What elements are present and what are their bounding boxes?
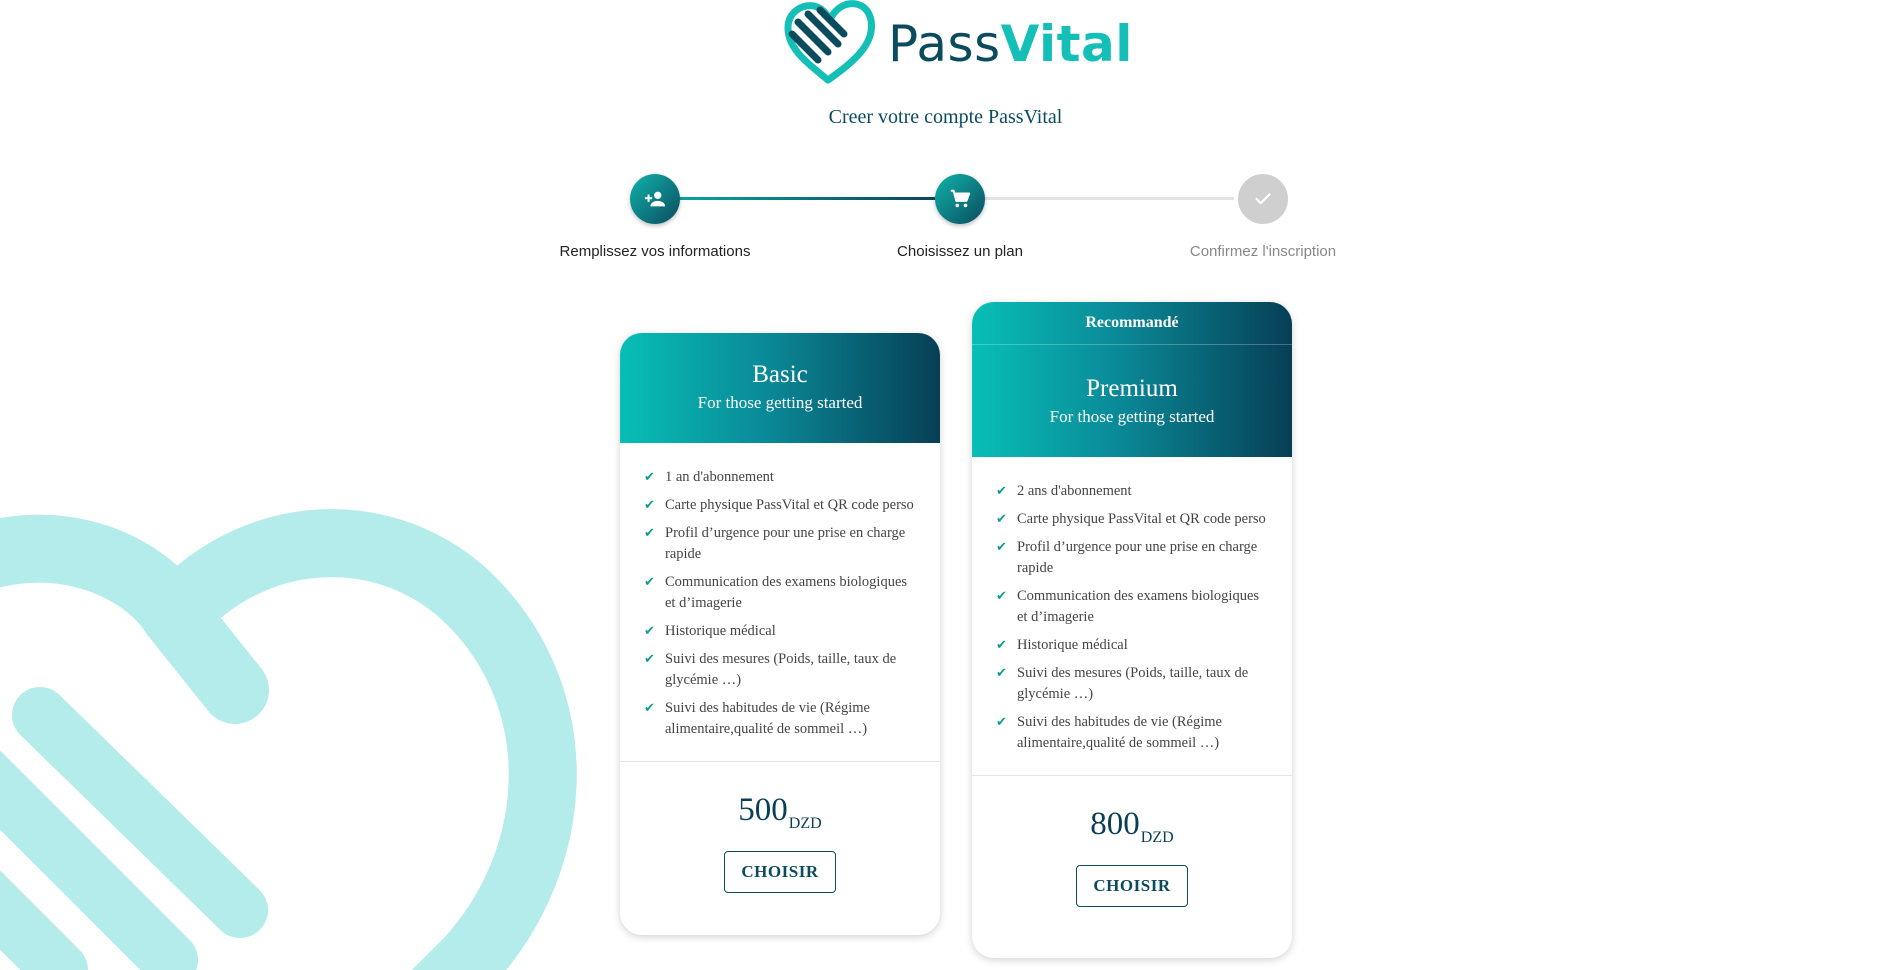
step-2-circle[interactable] bbox=[935, 174, 985, 224]
shopping-cart-icon bbox=[950, 189, 971, 208]
step-connector-completed bbox=[678, 197, 950, 200]
checkmark-icon: ✔ bbox=[644, 652, 655, 667]
feature-list: ✔ 2 ans d'abonnement ✔ Carte physique Pass… bbox=[972, 457, 1292, 775]
feature-item: ✔ Suivi des habitudes de vie (Régime alim… bbox=[644, 698, 914, 740]
plan-card-basic: Basic For those getting started ✔ 1 an d'… bbox=[620, 333, 940, 935]
checkmark-icon: ✔ bbox=[644, 575, 655, 590]
feature-item: ✔ 2 ans d'abonnement bbox=[996, 481, 1266, 502]
step-3-label: Confirmez l'inscription bbox=[1189, 243, 1337, 260]
checkmark-icon: ✔ bbox=[644, 624, 655, 639]
plan-card-premium: Recommandé Premium For those getting sta… bbox=[972, 302, 1292, 958]
checkmark-icon: ✔ bbox=[644, 498, 655, 513]
checkmark-icon: ✔ bbox=[644, 526, 655, 541]
checkmark-icon: ✔ bbox=[996, 638, 1007, 653]
feature-item: ✔ Profil d’urgence pour une prise en char… bbox=[644, 523, 914, 565]
recommended-badge: Recommandé bbox=[972, 302, 1292, 345]
checkmark-icon: ✔ bbox=[996, 512, 1007, 527]
price-amount: 800 bbox=[1090, 806, 1140, 842]
choose-basic-button[interactable]: CHOISIR bbox=[724, 851, 836, 893]
plan-header: Premium For those getting started bbox=[972, 345, 1292, 457]
price-amount: 500 bbox=[738, 792, 788, 828]
plan-tagline: For those getting started bbox=[1049, 407, 1215, 426]
checkmark-icon: ✔ bbox=[996, 540, 1007, 555]
feature-item: ✔ Suivi des mesures (Poids, taille, taux … bbox=[996, 663, 1266, 705]
step-1-label: Remplissez vos informations bbox=[559, 243, 751, 260]
checkmark-icon: ✔ bbox=[996, 666, 1007, 681]
price-currency: DZD bbox=[1140, 829, 1174, 846]
plan-title: Basic bbox=[752, 361, 808, 388]
feature-item: ✔ 1 an d'abonnement bbox=[644, 467, 914, 488]
card-divider bbox=[972, 775, 1292, 776]
checkmark-icon: ✔ bbox=[996, 715, 1007, 730]
price-currency: DZD bbox=[788, 815, 822, 832]
feature-item: ✔ Suivi des mesures (Poids, taille, taux … bbox=[644, 649, 914, 691]
feature-item: ✔ Carte physique PassVital et QR code per… bbox=[644, 495, 914, 516]
step-1-circle[interactable] bbox=[630, 174, 680, 224]
feature-item: ✔ Historique médical bbox=[644, 621, 914, 642]
plan-price: 800DZD bbox=[972, 806, 1292, 847]
person-add-icon bbox=[644, 191, 666, 207]
plan-title: Premium bbox=[1086, 375, 1178, 402]
plan-tagline: For those getting started bbox=[697, 393, 863, 412]
feature-item: ✔ Profil d’urgence pour une prise en char… bbox=[996, 537, 1266, 579]
checkmark-icon: ✔ bbox=[644, 470, 655, 485]
choose-premium-button[interactable]: CHOISIR bbox=[1076, 865, 1188, 907]
feature-list: ✔ 1 an d'abonnement ✔ Carte physique PassV… bbox=[620, 443, 940, 761]
step-connector-pending bbox=[962, 197, 1234, 200]
step-2-label: Choisissez un plan bbox=[897, 243, 1023, 260]
plan-header: Basic For those getting started bbox=[620, 333, 940, 443]
checkmark-icon: ✔ bbox=[644, 701, 655, 716]
step-3-circle[interactable] bbox=[1238, 174, 1288, 224]
feature-item: ✔ Communication des examens biologiques e… bbox=[996, 586, 1266, 628]
signup-stepper: Remplissez vos informations Choisissez u… bbox=[0, 0, 1891, 270]
feature-item: ✔ Carte physique PassVital et QR code per… bbox=[996, 509, 1266, 530]
plan-price: 500DZD bbox=[620, 792, 940, 833]
feature-item: ✔ Suivi des habitudes de vie (Régime alim… bbox=[996, 712, 1266, 754]
feature-item: ✔ Historique médical bbox=[996, 635, 1266, 656]
check-icon bbox=[1255, 193, 1271, 205]
checkmark-icon: ✔ bbox=[996, 484, 1007, 499]
checkmark-icon: ✔ bbox=[996, 589, 1007, 604]
feature-item: ✔ Communication des examens biologiques e… bbox=[644, 572, 914, 614]
card-divider bbox=[620, 761, 940, 762]
